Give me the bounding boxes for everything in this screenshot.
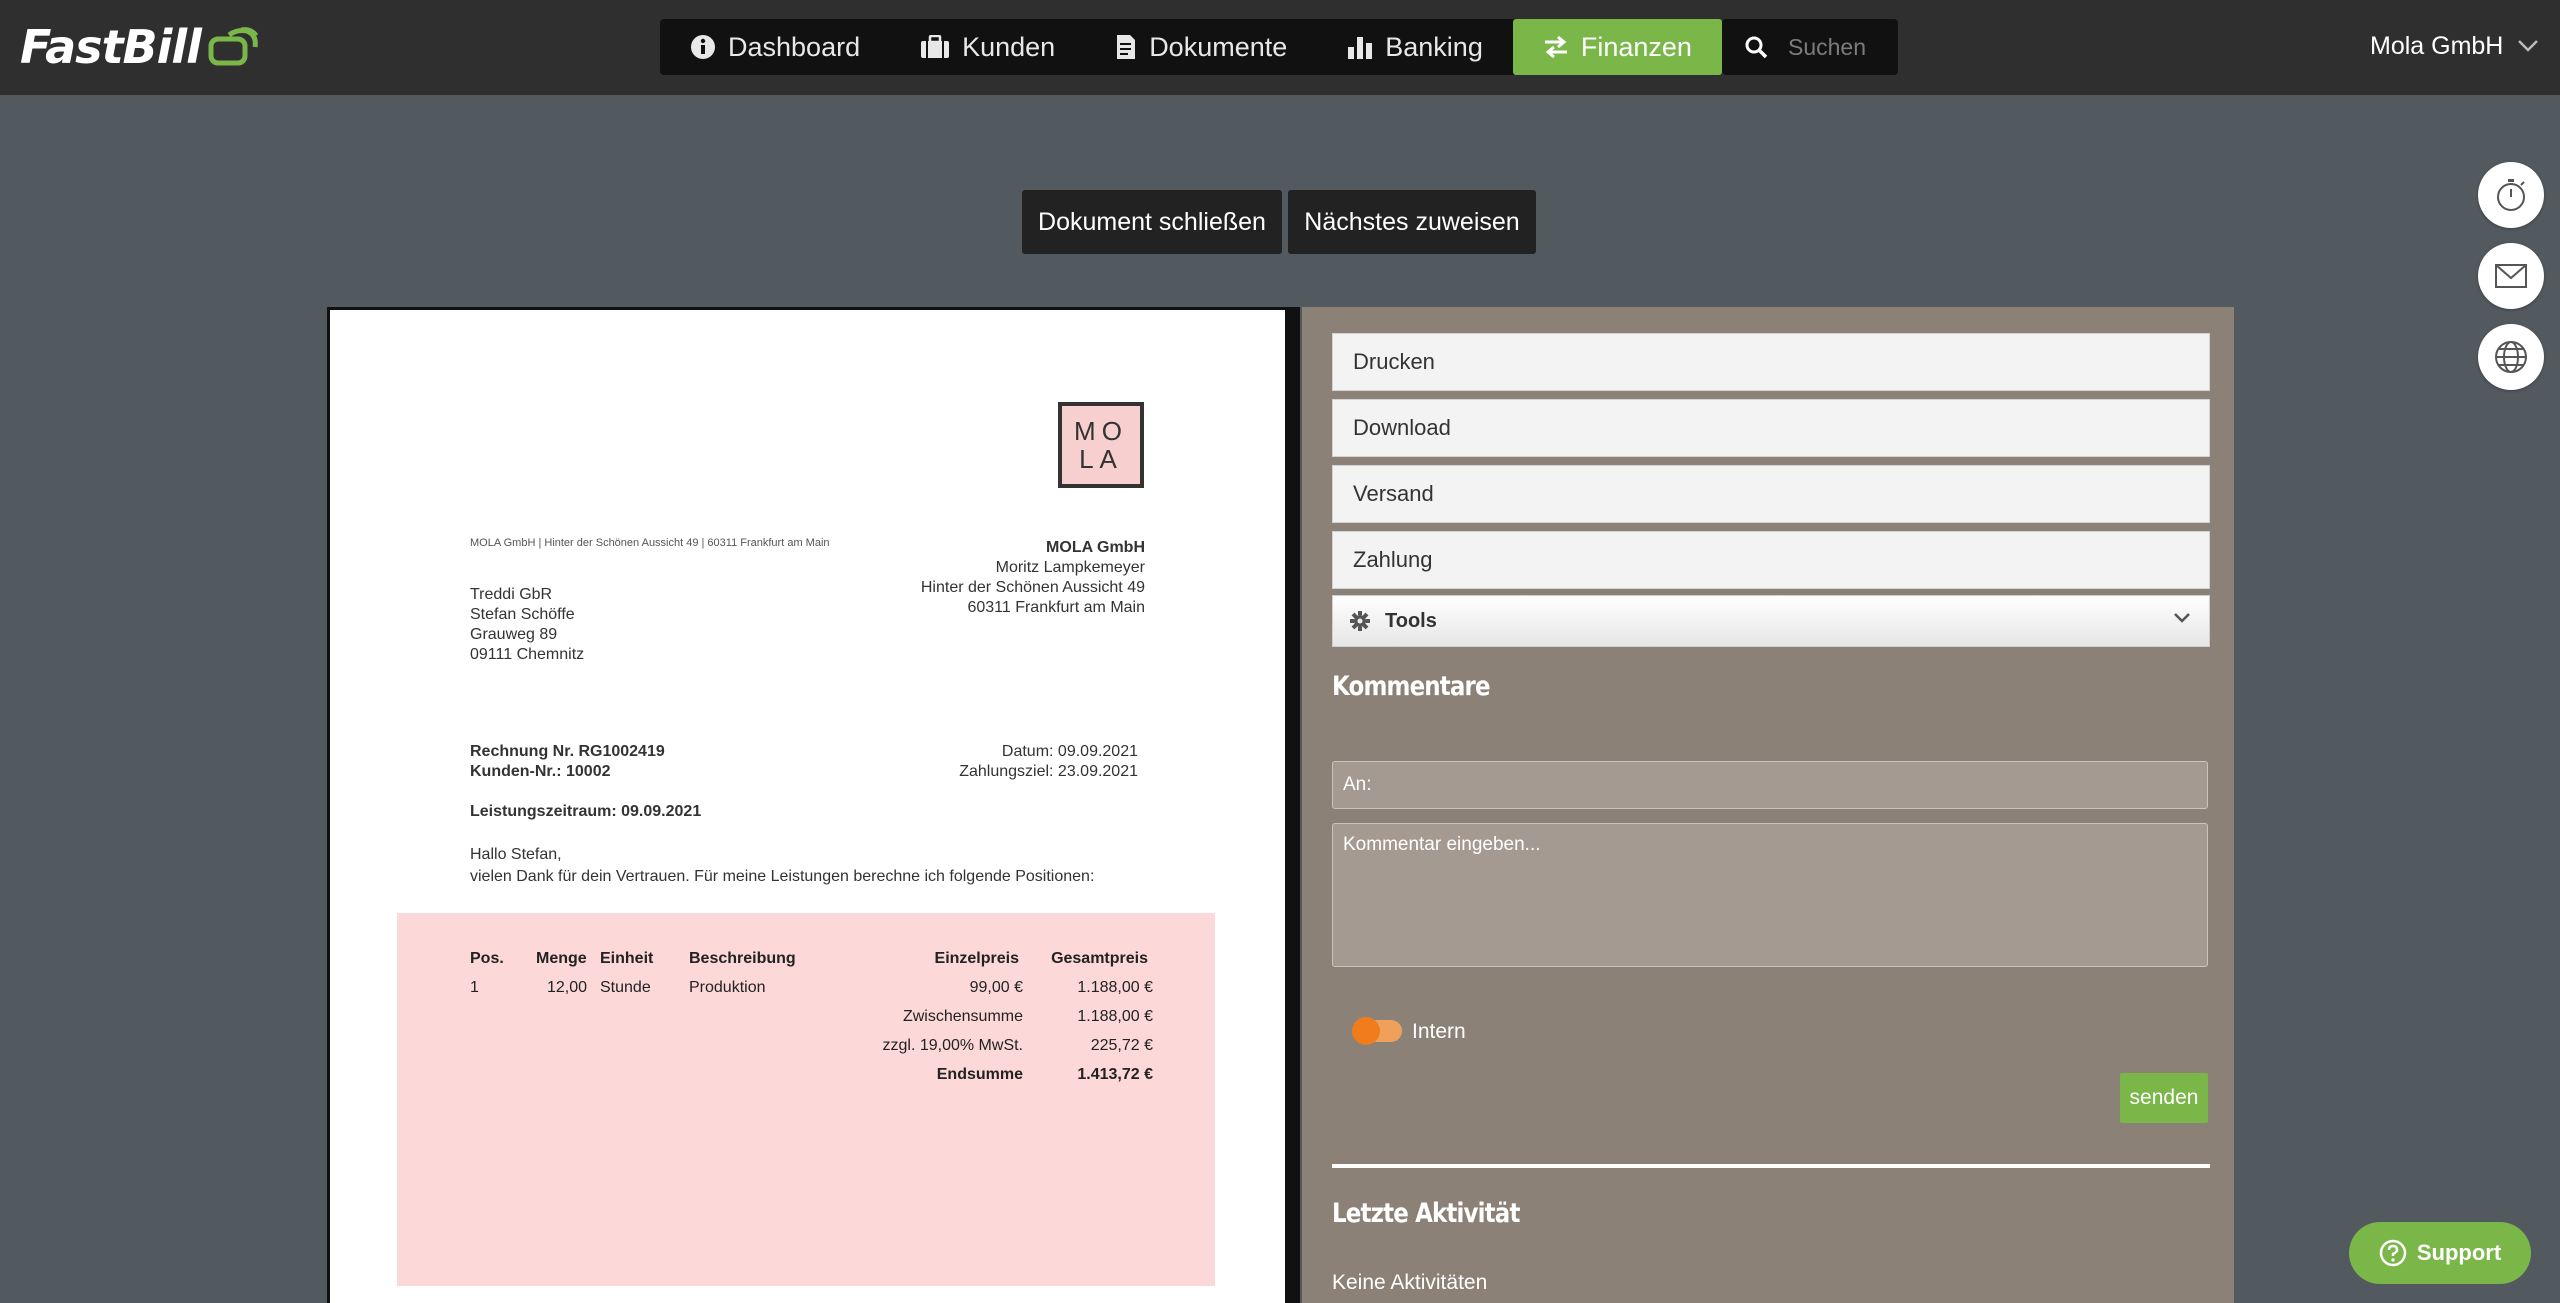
nav-banking-label: Banking — [1385, 31, 1483, 62]
comment-textarea[interactable] — [1332, 823, 2208, 967]
invoice-page: MO LA MOLA GmbH | Hinter der Schönen Aus… — [330, 310, 1285, 1303]
issuer-line: Hinter der Schönen Aussicht 49 — [920, 579, 1145, 596]
recipient-line: 09111 Chemnitz — [470, 646, 585, 663]
intern-label: Intern — [1412, 1020, 1466, 1043]
search-input[interactable] — [1788, 33, 1898, 61]
no-activity-text: Keine Aktivitäten — [1332, 1271, 1488, 1294]
nav-dashboard[interactable]: Dashboard — [660, 19, 890, 75]
close-document-button[interactable]: Dokument schließen — [1022, 190, 1282, 254]
row-qty: 12,00 — [546, 979, 587, 996]
info-icon — [691, 35, 715, 59]
row-description: Produktion — [689, 979, 766, 996]
total-label: Endsumme — [936, 1066, 1023, 1083]
invoice-due-date: Zahlungsziel: 23.09.2021 — [959, 763, 1138, 780]
help-icon — [2379, 1239, 2407, 1267]
tools-label: Tools — [1385, 609, 1437, 632]
comments-title: Kommentare — [1332, 671, 1491, 702]
chevron-down-icon — [2518, 40, 2539, 52]
payment-button[interactable]: Zahlung — [1332, 531, 2210, 589]
chevron-down-icon — [2174, 613, 2190, 623]
download-button[interactable]: Download — [1332, 399, 2210, 457]
mail-icon — [2495, 264, 2527, 288]
header-total-price: Gesamtpreis — [1051, 950, 1148, 967]
nav-kunden-label: Kunden — [962, 31, 1056, 62]
exchange-icon — [1544, 35, 1567, 59]
recipient-address: Treddi GbR Stefan Schöffe Grauweg 89 091… — [470, 585, 584, 665]
support-button[interactable]: Support — [2349, 1222, 2531, 1284]
account-menu[interactable]: Mola GmbH — [2370, 28, 2539, 64]
mola-logo-line-1: MO — [1074, 416, 1128, 446]
header-unit-price: Einzelpreis — [934, 950, 1019, 967]
activity-title: Letzte Aktivität — [1332, 1198, 1520, 1229]
timer-button[interactable] — [2478, 162, 2544, 228]
nav-kunden[interactable]: Kunden — [890, 19, 1085, 75]
stopwatch-icon — [2497, 179, 2525, 211]
search-box[interactable] — [1722, 19, 1898, 75]
nav-dokumente[interactable]: Dokumente — [1085, 19, 1317, 75]
vat-value: 225,72 € — [1090, 1037, 1153, 1054]
logo-text: FastBill — [20, 20, 202, 74]
mail-button[interactable] — [2478, 243, 2544, 309]
send-comment-button[interactable]: senden — [2120, 1073, 2208, 1123]
customer-number: Kunden-Nr.: 10002 — [470, 763, 611, 780]
tools-dropdown[interactable]: Tools — [1332, 595, 2210, 647]
issuer-address: MOLA GmbH Moritz Lampkemeyer Hinter der … — [921, 538, 1145, 618]
print-button[interactable]: Drucken — [1332, 333, 2210, 391]
total-value: 1.413,72 € — [1077, 1066, 1153, 1083]
globe-icon — [2495, 341, 2527, 373]
fastbill-logo[interactable]: FastBill — [20, 18, 259, 76]
account-label: Mola GmbH — [2370, 31, 2504, 60]
invoice-number: Rechnung Nr. RG1002419 — [470, 743, 665, 760]
issuer-line: 60311 Frankfurt am Main — [967, 599, 1145, 616]
gear-icon — [1350, 611, 1370, 631]
subtotal-value: 1.188,00 € — [1077, 1008, 1153, 1025]
recipient-line: Treddi GbR — [470, 586, 553, 603]
intern-toggle[interactable] — [1352, 1017, 1402, 1045]
nav-dokumente-label: Dokumente — [1149, 31, 1288, 62]
mola-logo: MO LA — [1058, 402, 1144, 488]
document-side-panel: Drucken Download Versand Zahlung Tools K… — [1302, 307, 2234, 1303]
section-divider — [1332, 1164, 2210, 1168]
row-pos: 1 — [470, 979, 479, 996]
header-description: Beschreibung — [689, 950, 796, 967]
top-bar: FastBill Dashboard Kunden Dokumente Bank… — [0, 0, 2560, 95]
subtotal-label: Zwischensumme — [902, 1008, 1023, 1025]
issuer-line: Moritz Lampkemeyer — [995, 559, 1145, 576]
logo-mark-icon — [208, 27, 259, 66]
intro-text: vielen Dank für dein Vertrauen. Für mein… — [470, 868, 1095, 885]
toggle-knob — [1352, 1017, 1380, 1045]
send-document-button[interactable]: Versand — [1332, 465, 2210, 523]
issuer-company: MOLA GmbH — [1046, 539, 1145, 556]
header-unit: Einheit — [600, 950, 654, 967]
recipient-line: Stefan Schöffe — [470, 606, 575, 623]
greeting: Hallo Stefan, — [470, 846, 562, 863]
nav-finanzen[interactable]: Finanzen — [1512, 19, 1722, 75]
recipient-line: Grauweg 89 — [470, 626, 558, 643]
vat-label: zzgl. 19,00% MwSt. — [882, 1037, 1024, 1054]
sender-line: MOLA GmbH | Hinter der Schönen Aussicht … — [470, 537, 830, 549]
bar-chart-icon — [1348, 37, 1373, 59]
row-total-price: 1.188,00 € — [1077, 979, 1153, 996]
search-icon — [1745, 36, 1768, 59]
invoice-date: Datum: 09.09.2021 — [1001, 743, 1138, 760]
nav-banking[interactable]: Banking — [1317, 19, 1513, 75]
globe-button[interactable] — [2478, 324, 2544, 390]
nav-dashboard-label: Dashboard — [728, 31, 861, 62]
main-nav: Dashboard Kunden Dokumente Banking Finan… — [660, 19, 1722, 75]
nav-finanzen-label: Finanzen — [1580, 31, 1692, 62]
support-label: Support — [2416, 1240, 2502, 1265]
document-icon — [1117, 35, 1136, 59]
assign-next-button[interactable]: Nächstes zuweisen — [1288, 190, 1536, 254]
row-unit: Stunde — [600, 979, 651, 996]
briefcase-icon — [921, 35, 950, 58]
header-qty: Menge — [536, 950, 587, 967]
line-items-box: Pos. Menge Einheit Beschreibung Einzelpr… — [397, 913, 1215, 1286]
comment-recipient-input[interactable] — [1332, 761, 2208, 809]
row-unit-price: 99,00 € — [969, 979, 1023, 996]
mola-logo-line-2: LA — [1079, 444, 1123, 474]
service-period: Leistungszeitraum: 09.09.2021 — [470, 803, 702, 820]
header-pos: Pos. — [470, 950, 504, 967]
